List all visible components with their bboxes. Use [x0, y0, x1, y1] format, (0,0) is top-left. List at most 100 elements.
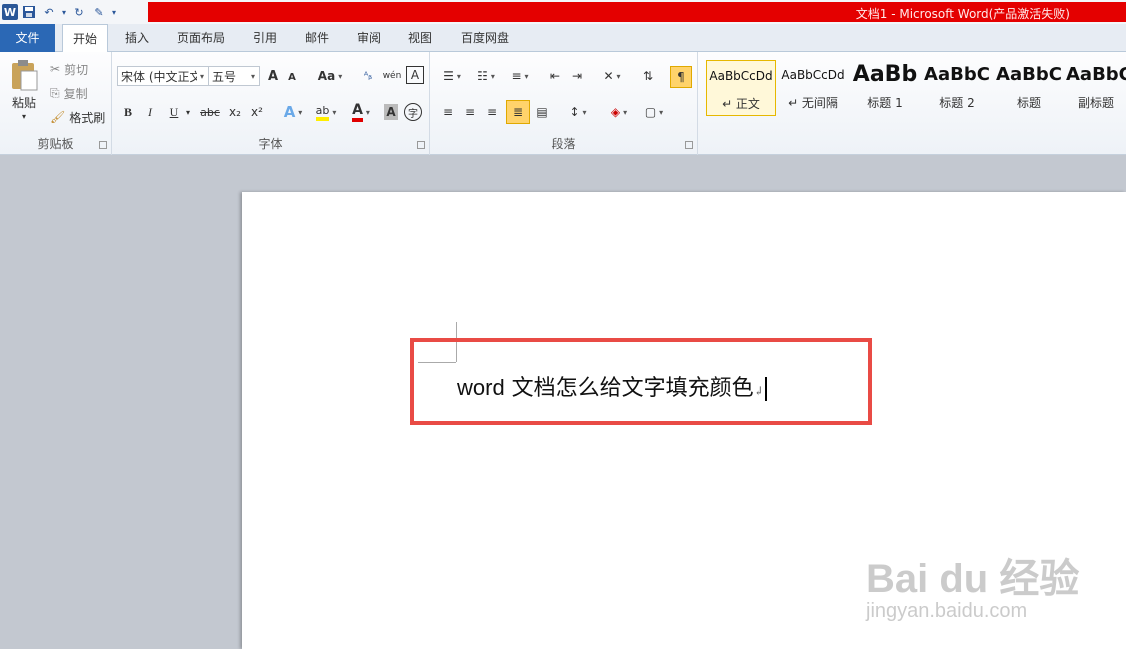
- change-case-button[interactable]: Aa ▾: [317, 66, 343, 86]
- underline-button[interactable]: U: [166, 102, 182, 122]
- show-marks-icon[interactable]: ¶: [670, 66, 692, 88]
- char-shading-icon[interactable]: A: [384, 104, 398, 120]
- copy-button[interactable]: ⎘ 复制: [50, 84, 88, 102]
- document-text-chinese: 文档怎么给文字填充颜色: [504, 376, 754, 401]
- tab-insert[interactable]: 插入: [115, 24, 159, 52]
- text-cursor: [764, 377, 767, 401]
- superscript-button[interactable]: x²: [248, 102, 266, 122]
- scissors-icon: ✂: [50, 62, 61, 76]
- paste-icon[interactable]: [6, 58, 42, 92]
- window-title: 文档1 - Microsoft Word(产品激活失败): [855, 7, 1070, 21]
- highlight-color-icon[interactable]: ab ▾: [312, 102, 340, 122]
- title-bar: W ↶ ▾ ↻ ✎ ▾ 文档1 - Microsoft Word(产品激活失败): [0, 0, 1126, 24]
- tab-mailings[interactable]: 邮件: [295, 24, 339, 52]
- tab-home[interactable]: 开始: [62, 24, 109, 53]
- justify-icon[interactable]: ≣: [506, 100, 530, 124]
- grow-font-button[interactable]: A: [265, 66, 281, 86]
- cut-label: 剪切: [64, 62, 89, 77]
- style-heading-2[interactable]: AaBbC 标题 2: [922, 60, 992, 116]
- enclose-char-button[interactable]: 字: [404, 103, 422, 121]
- style-name: 标题 1: [867, 96, 903, 110]
- bullets-icon[interactable]: ☰ ▾: [438, 66, 466, 86]
- numbering-icon[interactable]: ☷ ▾: [472, 66, 500, 86]
- align-center-icon[interactable]: ≡: [460, 102, 480, 122]
- align-left-icon[interactable]: ≡: [438, 102, 458, 122]
- font-name-value: 宋体 (中文正文): [121, 69, 197, 84]
- paste-dropdown-icon[interactable]: ▾: [18, 110, 30, 122]
- style-sample: AaBb: [852, 62, 918, 87]
- paragraph-group: ☰ ▾ ☷ ▾ ≡ ▾ ⇤ ⇥ ✕ ▾ ⇅ ¶ ≡ ≡ ≡ ≣ ▤ ↕ ▾ ◈ ▾ ▢ ▾ 段…: [430, 52, 698, 155]
- format-painter-button[interactable]: 🖌 格式刷: [50, 108, 105, 126]
- format-painter-label: 格式刷: [69, 110, 106, 125]
- chevron-down-icon: ▾: [251, 71, 256, 81]
- cut-button[interactable]: ✂ 剪切: [50, 60, 88, 78]
- copy-icon: ⎘: [50, 85, 60, 100]
- strikethrough-button[interactable]: abc: [198, 102, 222, 122]
- watermark-url: jingyan.baidu.com: [866, 600, 1028, 622]
- ribbon-tabs: 文件 开始 插入 页面布局 引用 邮件 审阅 视图 百度网盘: [0, 24, 1126, 53]
- shrink-font-button[interactable]: A: [285, 68, 299, 86]
- font-size-combo[interactable]: 五号 ▾: [208, 66, 260, 86]
- borders-icon[interactable]: ▢ ▾: [640, 102, 668, 122]
- font-name-combo[interactable]: 宋体 (中文正文)▾: [117, 66, 209, 86]
- style-no-spacing[interactable]: AaBbCcDd ↵ 无间隔: [778, 60, 848, 116]
- document-text[interactable]: word 文档怎么给文字填充颜色↲: [457, 370, 767, 402]
- watermark-logo-text: Bai du 经验: [866, 557, 1080, 601]
- underline-dropdown-icon[interactable]: ▾: [183, 102, 193, 122]
- style-name: ↵ 无间隔: [788, 96, 838, 110]
- clipboard-launcher-icon[interactable]: [99, 141, 107, 149]
- align-right-icon[interactable]: ≡: [482, 102, 502, 122]
- spellcheck-icon[interactable]: ✎: [90, 3, 108, 21]
- ribbon: 粘贴 ▾ ✂ 剪切 ⎘ 复制 🖌 格式刷 剪贴板 宋体 (中文正文)▾ 五号▾ …: [0, 52, 1126, 155]
- sort-icon[interactable]: ⇅: [638, 66, 658, 86]
- font-launcher-icon[interactable]: [417, 141, 425, 149]
- style-sample: AaBbCcDd: [781, 68, 845, 82]
- tab-references[interactable]: 引用: [243, 24, 287, 52]
- style-title[interactable]: AaBbC 标题: [994, 60, 1064, 116]
- quick-access-toolbar: W ↶ ▾ ↻ ✎ ▾: [0, 0, 118, 24]
- subscript-button[interactable]: x₂: [226, 102, 244, 122]
- undo-dropdown-icon[interactable]: ▾: [60, 3, 68, 21]
- shading-icon[interactable]: ◈ ▾: [604, 102, 634, 122]
- document-text-latin: word: [457, 375, 505, 400]
- font-group-label: 字体: [258, 137, 283, 151]
- chinese-layout-icon[interactable]: ✕ ▾: [598, 66, 626, 86]
- style-sample: AaBbC: [924, 64, 990, 85]
- line-spacing-icon[interactable]: ↕ ▾: [564, 102, 592, 122]
- tab-file[interactable]: 文件: [0, 24, 55, 52]
- word-logo-icon[interactable]: W: [2, 4, 18, 20]
- chevron-down-icon: ▾: [200, 71, 205, 81]
- style-sample: AaBbC: [996, 64, 1062, 85]
- style-heading-1[interactable]: AaBb 标题 1: [850, 60, 920, 116]
- tab-view[interactable]: 视图: [398, 24, 442, 52]
- baidu-watermark: Bai du 经验 jingyan.baidu.com: [866, 528, 1096, 628]
- undo-icon[interactable]: ↶: [40, 3, 58, 21]
- clear-format-icon[interactable]: ᴬᵦ: [358, 66, 378, 86]
- paste-button[interactable]: 粘贴: [8, 94, 40, 110]
- chevron-down-icon: ▾: [338, 71, 343, 81]
- redo-icon[interactable]: ↻: [70, 3, 88, 21]
- phonetic-guide-button[interactable]: wén: [382, 66, 402, 86]
- italic-button[interactable]: I: [142, 102, 158, 122]
- char-border-button[interactable]: A: [406, 66, 424, 84]
- style-normal[interactable]: AaBbCcDd ↵ 正文: [706, 60, 776, 116]
- tab-baidu-netdisk[interactable]: 百度网盘: [451, 24, 519, 52]
- clipboard-group: 粘贴 ▾ ✂ 剪切 ⎘ 复制 🖌 格式刷 剪贴板: [0, 52, 112, 155]
- paragraph-launcher-icon[interactable]: [685, 141, 693, 149]
- style-sample: AaBbC: [1066, 64, 1126, 85]
- style-subtitle[interactable]: AaBbC 副标题: [1066, 60, 1126, 116]
- decrease-indent-icon[interactable]: ⇤: [546, 66, 564, 86]
- style-name: 标题 2: [939, 96, 975, 110]
- text-effects-icon[interactable]: A ▾: [280, 102, 306, 122]
- tab-page-layout[interactable]: 页面布局: [167, 24, 235, 52]
- change-case-label: Aa: [317, 69, 336, 83]
- bold-button[interactable]: B: [120, 102, 136, 122]
- tab-review[interactable]: 审阅: [347, 24, 391, 52]
- save-icon[interactable]: [20, 3, 38, 21]
- font-color-icon[interactable]: A ▾: [348, 102, 374, 122]
- increase-indent-icon[interactable]: ⇥: [568, 66, 586, 86]
- customize-qat-icon[interactable]: ▾: [110, 3, 118, 21]
- multilevel-list-icon[interactable]: ≡ ▾: [506, 66, 534, 86]
- distributed-icon[interactable]: ▤: [532, 102, 552, 122]
- clipboard-group-label: 剪贴板: [37, 137, 74, 151]
